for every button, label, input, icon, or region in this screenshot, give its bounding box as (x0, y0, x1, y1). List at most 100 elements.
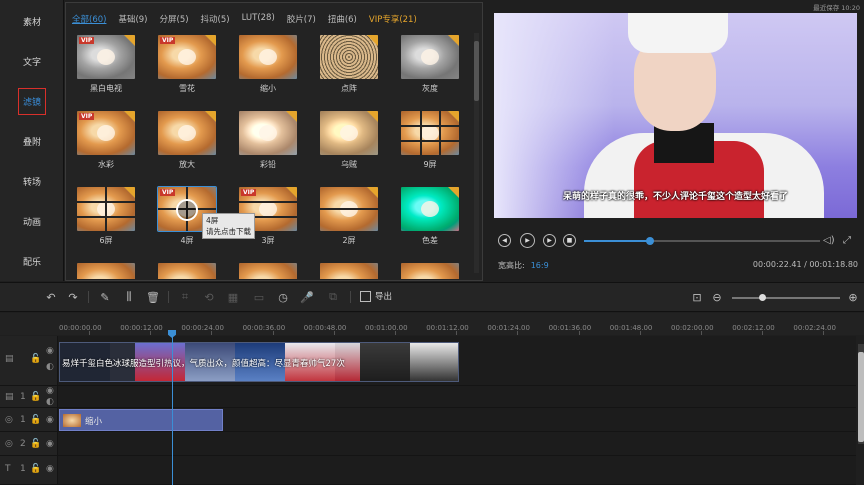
lock-icon[interactable]: 🔓 (30, 464, 41, 474)
filter-thumbnail[interactable]: VIP (77, 35, 135, 79)
stop-icon[interactable]: ■ (563, 234, 576, 247)
filter-item[interactable]: 放大 (157, 111, 217, 170)
filter-thumbnail[interactable]: VIP (158, 35, 216, 79)
eye-icon[interactable]: ◉ (46, 439, 54, 449)
lock-icon[interactable]: 🔓 (30, 439, 41, 449)
rotate-icon[interactable]: ⟲ (202, 290, 216, 304)
nav-item-transition[interactable]: 转场 (0, 166, 64, 196)
freeze-icon[interactable]: ▭ (252, 290, 266, 304)
zoom-slider[interactable] (732, 294, 840, 301)
zoom-in-icon[interactable]: ⊕ (846, 290, 860, 304)
filter-thumbnail[interactable] (401, 111, 459, 155)
filter-item[interactable] (76, 263, 136, 279)
filter-item[interactable] (400, 263, 460, 279)
speed-icon[interactable]: ◷ (276, 290, 290, 304)
filter-thumbnail[interactable]: VIP (77, 111, 135, 155)
eye-icon[interactable]: ◉ (46, 346, 54, 356)
tab-all[interactable]: 全部(60) (66, 13, 112, 29)
filter-thumbnail[interactable] (158, 263, 216, 279)
lock-icon[interactable]: 🔓 (30, 415, 41, 425)
filter-item[interactable]: 点阵 (319, 35, 379, 94)
tab-lut[interactable]: LUT(28) (236, 13, 281, 29)
filter-thumbnail[interactable] (401, 35, 459, 79)
mask-icon[interactable]: ⧉ (326, 290, 340, 304)
filter-clip[interactable]: 缩小 (59, 409, 223, 431)
filter-scrollbar[interactable] (474, 33, 479, 273)
filter-item[interactable]: VIP 水彩 (76, 111, 136, 170)
filter-thumbnail[interactable] (320, 263, 378, 279)
filter-thumbnail[interactable] (158, 111, 216, 155)
filter-item[interactable]: VIP 雪花 (157, 35, 217, 94)
playhead[interactable] (172, 334, 173, 485)
split-icon[interactable]: ⫼ (122, 290, 136, 304)
tab-vip[interactable]: VIP专享(21) (363, 13, 423, 29)
filter-scrollbar-thumb[interactable] (474, 41, 479, 101)
tab-distort[interactable]: 扭曲(6) (322, 13, 363, 29)
eye-icon[interactable]: ◉ (46, 464, 54, 474)
tab-shake[interactable]: 抖动(5) (195, 13, 236, 29)
eye-icon[interactable]: ◉ (46, 415, 54, 425)
filter-item[interactable]: 9屏 (400, 111, 460, 170)
nav-item-animation[interactable]: 动画 (0, 206, 64, 236)
volume-icon[interactable]: ◁) (823, 235, 835, 246)
filter-thumbnail[interactable] (239, 35, 297, 79)
filter-item[interactable]: 2屏 (319, 187, 379, 246)
mosaic-icon[interactable]: ▦ (226, 290, 240, 304)
filter-thumbnail[interactable] (401, 187, 459, 231)
nav-item-text[interactable]: 文字 (0, 46, 64, 76)
filter-item[interactable]: 灰度 (400, 35, 460, 94)
fullscreen-icon[interactable]: ⤢ (843, 235, 851, 246)
filter-item[interactable]: 缩小 (238, 35, 298, 94)
lock-icon[interactable]: 🔓 (30, 354, 41, 364)
record-voice-icon[interactable]: 🎤 (300, 290, 314, 304)
seek-bar-thumb[interactable] (646, 237, 654, 245)
timeline-scrollbar-thumb[interactable] (858, 352, 864, 442)
tab-split[interactable]: 分屏(5) (154, 13, 195, 29)
zoom-out-icon[interactable]: ⊖ (710, 290, 724, 304)
download-icon[interactable] (176, 199, 198, 221)
filter-item[interactable]: 乌贼 (319, 111, 379, 170)
seek-bar[interactable] (584, 237, 820, 245)
filter-item[interactable]: 6屏 (76, 187, 136, 246)
filter-item[interactable]: VIP 黑白电视 (76, 35, 136, 94)
zoom-slider-thumb[interactable] (759, 294, 766, 301)
filter-item[interactable] (157, 263, 217, 279)
main-video-clip[interactable]: 易烊千玺白色冰球服造型引热议，气质出众，颜值超高：尽显青春帅气27次 (59, 342, 459, 382)
filter-item[interactable] (319, 263, 379, 279)
fit-timeline-icon[interactable]: ⊡ (690, 290, 704, 304)
redo-icon[interactable]: ↷ (66, 290, 80, 304)
nav-item-filter[interactable]: 滤镜 (0, 86, 64, 116)
filter-thumbnail[interactable] (320, 187, 378, 231)
filter-item[interactable]: 彩铅 (238, 111, 298, 170)
crop-icon[interactable]: ⌗ (178, 290, 192, 304)
audio-icon[interactable]: ◐ (46, 362, 54, 372)
play-icon[interactable]: ▶ (520, 233, 535, 248)
nav-item-overlay[interactable]: 叠附 (0, 126, 64, 156)
eye-icon[interactable]: ◉ (46, 386, 54, 396)
prev-frame-icon[interactable]: ◀ (498, 234, 511, 247)
filter-thumbnail[interactable] (320, 111, 378, 155)
edit-icon[interactable]: ✎ (98, 290, 112, 304)
nav-item-music[interactable]: 配乐 (0, 246, 64, 276)
filter-thumbnail[interactable] (401, 263, 459, 279)
filter-thumbnail[interactable] (77, 187, 135, 231)
audio-icon[interactable]: ◐ (46, 397, 54, 407)
next-frame-icon[interactable]: ▶ (543, 234, 556, 247)
lock-icon[interactable]: 🔓 (30, 392, 41, 402)
filter-item[interactable]: 色差 (400, 187, 460, 246)
tab-basic[interactable]: 基础(9) (112, 13, 153, 29)
export-button[interactable]: 导出 (360, 290, 392, 302)
filter-thumbnail[interactable] (320, 35, 378, 79)
aspect-ratio-value[interactable]: 16:9 (531, 261, 549, 270)
filter-item[interactable] (238, 263, 298, 279)
filter-thumbnail[interactable] (77, 263, 135, 279)
timeline-ruler[interactable]: 00:00:00.00 00:00:12.00 00:00:24.00 00:00:3… (0, 313, 864, 335)
video-preview[interactable]: 呆萌的样子真的很乖，不少人评论千玺这个造型太好看了 (494, 13, 857, 218)
delete-icon[interactable]: 🗑 (146, 290, 160, 304)
filter-thumbnail[interactable] (239, 111, 297, 155)
tab-film[interactable]: 胶片(7) (281, 13, 322, 29)
timeline-scrollbar[interactable] (858, 344, 864, 444)
undo-icon[interactable]: ↶ (44, 290, 58, 304)
filter-thumbnail[interactable] (239, 263, 297, 279)
nav-item-material[interactable]: 素材 (0, 6, 64, 36)
